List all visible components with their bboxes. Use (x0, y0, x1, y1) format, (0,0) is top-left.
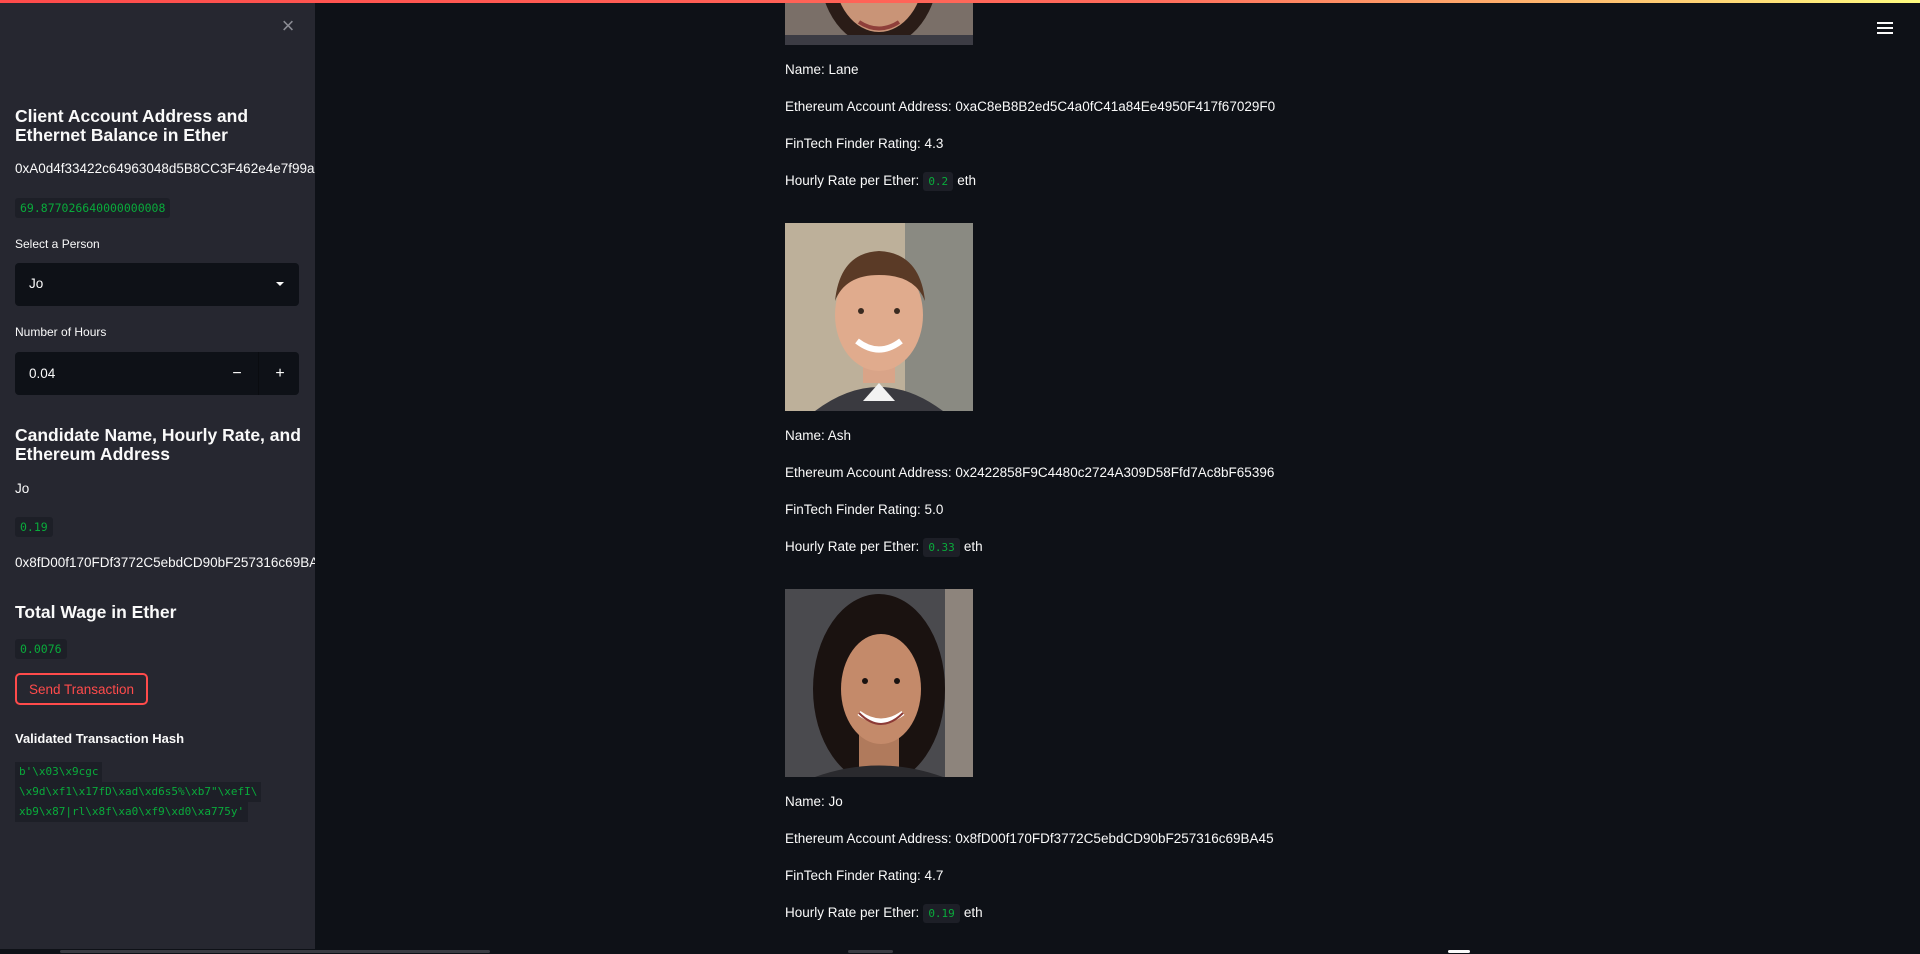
candidate-address: Ethereum Account Address: 0x8fD00f170FDf… (785, 831, 1274, 846)
hash-line: \x9d\xf1\x17fD\xad\xd6s5%\xb7"\xefI\ (15, 782, 262, 802)
decrement-button[interactable]: − (216, 352, 258, 395)
rate-unit: eth (963, 905, 983, 920)
chevron-down-icon (276, 282, 284, 286)
candidate-rating: FinTech Finder Rating: 4.3 (785, 136, 944, 151)
candidate-address: Ethereum Account Address: 0x2422858F9C44… (785, 465, 1275, 480)
transaction-hash: b'\x03\x9cgc \x9d\xf1\x17fD\xad\xd6s5%\x… (15, 762, 298, 822)
rate-label: Hourly Rate per Ether: (785, 905, 920, 920)
candidate-photo-jo (785, 589, 973, 777)
hash-label: Validated Transaction Hash (15, 731, 185, 746)
hamburger-menu-icon[interactable] (1877, 22, 1893, 36)
rate-unit: eth (963, 539, 983, 554)
rate-unit: eth (957, 173, 976, 188)
increment-button[interactable]: + (258, 352, 301, 395)
hash-line: b'\x03\x9cgc (15, 762, 103, 782)
hash-line: xb9\x87|rl\x8f\xa0\xf9\xd0\xa775y' (15, 802, 249, 822)
sidebar: × Client Account Address and Ethernet Ba… (0, 0, 315, 954)
candidate-name: Name: Ash (785, 428, 852, 443)
rate-label: Hourly Rate per Ether: (785, 173, 920, 188)
candidate-rating: FinTech Finder Rating: 5.0 (785, 502, 944, 517)
candidate-heading: Candidate Name, Hourly Rate, and Ethereu… (15, 425, 301, 464)
hours-label: Number of Hours (15, 325, 107, 339)
candidate-rate: 0.19 (15, 517, 53, 537)
account-heading: Client Account Address and Ethernet Bala… (15, 106, 249, 145)
rate-value: 0.33 (923, 538, 960, 557)
select-person-label: Select a Person (15, 237, 100, 251)
rate-label: Hourly Rate per Ether: (785, 539, 920, 554)
hours-stepper: − + (15, 352, 299, 395)
send-transaction-button[interactable]: Send Transaction (15, 673, 148, 705)
scrollbar-thumb[interactable] (60, 950, 490, 953)
candidate-photo-lane (785, 0, 973, 45)
rate-value: 0.19 (923, 904, 960, 923)
close-icon[interactable]: × (278, 15, 298, 37)
candidate-name: Jo (15, 481, 30, 496)
candidate-photo-ash (785, 223, 973, 411)
candidate-address: 0x8fD00f170FDf3772C5ebdCD90bF257316c69BA… (15, 555, 315, 570)
hours-input[interactable] (15, 352, 215, 395)
horizontal-scrollbar[interactable] (0, 949, 1920, 954)
wage-value: 0.0076 (15, 639, 67, 659)
account-address: 0xA0d4f33422c64963048d5B8CC3F462e4e7f99a… (15, 161, 315, 176)
scrollbar-thumb[interactable] (1448, 950, 1470, 953)
candidate-rate-row: Hourly Rate per Ether: 0.2 eth (785, 172, 976, 191)
select-person-value: Jo (29, 276, 44, 291)
rate-value: 0.2 (923, 172, 954, 191)
candidate-name: Name: Jo (785, 794, 843, 809)
scrollbar-thumb[interactable] (848, 950, 893, 953)
candidate-name: Name: Lane (785, 62, 859, 77)
wage-heading: Total Wage in Ether (15, 602, 177, 622)
candidate-address: Ethereum Account Address: 0xaC8eB8B2ed5C… (785, 99, 1276, 114)
candidate-rate-row: Hourly Rate per Ether: 0.19 eth (785, 904, 983, 923)
balance-value: 69.877026640000000008 (15, 198, 171, 218)
candidate-rate-row: Hourly Rate per Ether: 0.33 eth (785, 538, 983, 557)
candidate-rating: FinTech Finder Rating: 4.7 (785, 868, 944, 883)
select-person-dropdown[interactable]: Jo (15, 263, 299, 306)
top-decoration-bar (0, 0, 1920, 3)
